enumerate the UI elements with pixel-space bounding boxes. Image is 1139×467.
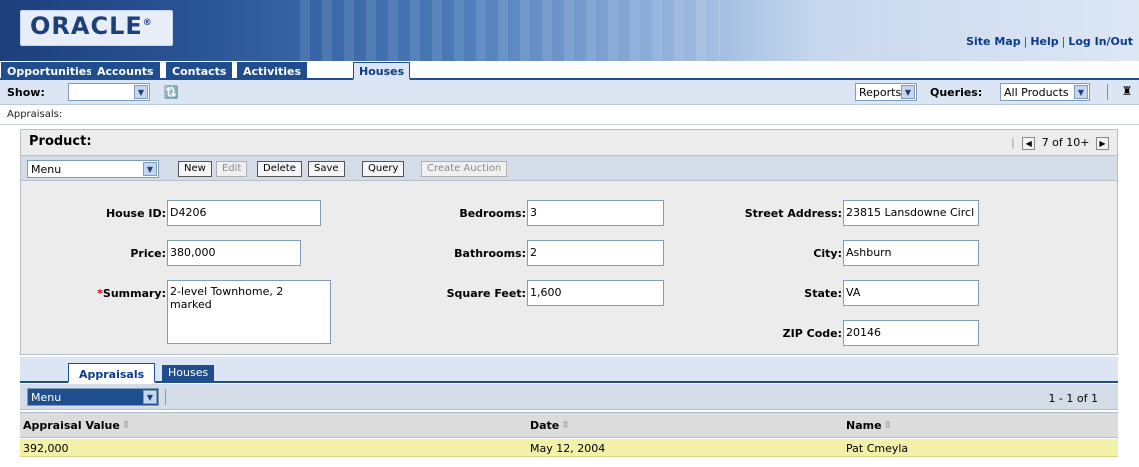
banner-decoration	[300, 0, 720, 61]
cell-date: May 12, 2004	[530, 442, 606, 455]
state-label: State:	[804, 287, 842, 300]
summary-field[interactable]: 2-level Townhome, 2 marked	[167, 280, 331, 344]
column-appraisal-value[interactable]: Appraisal Value ⇳	[23, 419, 134, 432]
table-header: Appraisal Value ⇳ Date ⇳ Name ⇳	[20, 412, 1118, 438]
menu-select[interactable]: Menu ▼	[27, 160, 159, 178]
column-date[interactable]: Date ⇳	[530, 419, 573, 432]
sub-tabs: Appraisals Houses	[20, 357, 1118, 383]
bedrooms-label: Bedrooms:	[459, 207, 526, 220]
chevron-down-icon: ▼	[143, 390, 157, 404]
record-count: 1 - 1 of 1	[1048, 392, 1098, 405]
tab-contacts[interactable]: Contacts	[166, 62, 233, 80]
product-form-panel: Product: | ◀ 7 of 10+ ▶ Menu ▼ New Edit …	[20, 129, 1118, 355]
state-field[interactable]: VA	[843, 280, 979, 306]
binoculars-icon[interactable]: ♜	[1118, 83, 1136, 99]
cell-name: Pat Cmeyla	[846, 442, 909, 455]
divider	[1107, 84, 1108, 100]
city-label: City:	[813, 247, 842, 260]
table-row[interactable]: 392,000 May 12, 2004 Pat Cmeyla	[20, 439, 1118, 457]
cell-appraisal-value: 392,000	[23, 442, 69, 455]
oracle-logo: ORACLE®	[30, 12, 153, 40]
column-name[interactable]: Name ⇳	[846, 419, 896, 432]
bedrooms-field[interactable]: 3	[527, 200, 664, 226]
show-select[interactable]: ▼	[68, 83, 150, 101]
queries-select[interactable]: All Products ▼	[1000, 83, 1090, 101]
main-tabs: Opportunities Accounts Contacts Activiti…	[0, 62, 1139, 80]
sort-icon[interactable]: ⇳	[561, 421, 573, 431]
zip-code-label: ZIP Code:	[782, 327, 842, 340]
chevron-down-icon: ▼	[901, 85, 915, 99]
chevron-down-icon: ▼	[134, 85, 148, 99]
new-button[interactable]: New	[178, 161, 212, 177]
site-map-link[interactable]: Site Map	[966, 35, 1020, 48]
previous-record-icon[interactable]: ◀	[1022, 136, 1036, 150]
tab-appraisals[interactable]: Appraisals	[68, 363, 155, 383]
square-feet-field[interactable]: 1,600	[527, 280, 664, 306]
tab-houses-sub[interactable]: Houses	[162, 365, 215, 381]
zip-code-field[interactable]: 20146	[843, 320, 979, 346]
delete-button[interactable]: Delete	[257, 161, 302, 177]
next-record-icon[interactable]: ▶	[1096, 136, 1109, 150]
house-id-label: House ID:	[105, 207, 166, 220]
reports-select[interactable]: Reports ▼	[855, 83, 917, 101]
list-menu-select[interactable]: Menu ▼	[27, 388, 159, 406]
tab-opportunities[interactable]: Opportunities	[1, 62, 99, 80]
page-title: Product:	[29, 134, 92, 149]
help-link[interactable]: Help	[1030, 35, 1058, 48]
record-count: 7 of 10+	[1041, 136, 1090, 149]
square-feet-label: Square Feet:	[446, 287, 526, 300]
price-field[interactable]: 380,000	[167, 240, 301, 266]
summary-label: *Summary:	[97, 287, 166, 300]
chevron-down-icon: ▼	[1074, 85, 1088, 99]
chevron-down-icon: ▼	[143, 162, 157, 176]
list-toolbar: Menu ▼ 1 - 1 of 1	[20, 384, 1118, 410]
sort-icon[interactable]: ⇳	[884, 421, 896, 431]
save-button[interactable]: Save	[308, 161, 345, 177]
price-label: Price:	[130, 247, 166, 260]
top-links: Site Map | Help | Log In/Out	[966, 35, 1133, 48]
form-toolbar: Menu ▼ New Edit Delete Save Query Create…	[21, 155, 1117, 181]
bathrooms-label: Bathrooms:	[454, 247, 526, 260]
create-auction-button[interactable]: Create Auction	[421, 161, 508, 177]
city-field[interactable]: Ashburn	[843, 240, 979, 266]
sort-icon[interactable]: ⇳	[122, 421, 134, 431]
show-label: Show:	[7, 86, 45, 99]
divider	[165, 389, 166, 405]
log-in-out-link[interactable]: Log In/Out	[1068, 35, 1133, 48]
bathrooms-field[interactable]: 2	[527, 240, 664, 266]
divider	[0, 124, 1139, 125]
record-pager: | ◀ 7 of 10+ ▶	[1011, 136, 1109, 150]
refresh-icon[interactable]: 🔃	[162, 84, 180, 100]
queries-label: Queries:	[930, 86, 983, 99]
show-bar: Show: ▼ 🔃 Reports ▼ Queries: All Product…	[0, 80, 1139, 105]
street-address-field[interactable]: 23815 Lansdowne Circl	[843, 200, 979, 226]
house-id-field[interactable]: D4206	[167, 200, 321, 226]
tab-activities[interactable]: Activities	[237, 62, 308, 80]
edit-button[interactable]: Edit	[216, 161, 248, 177]
breadcrumb: Appraisals:	[7, 109, 63, 120]
tab-accounts[interactable]: Accounts	[91, 62, 160, 80]
street-address-label: Street Address:	[744, 207, 842, 220]
header-banner: ORACLE® Site Map | Help | Log In/Out	[0, 0, 1139, 61]
tab-houses[interactable]: Houses	[353, 62, 411, 80]
query-button[interactable]: Query	[362, 161, 405, 177]
